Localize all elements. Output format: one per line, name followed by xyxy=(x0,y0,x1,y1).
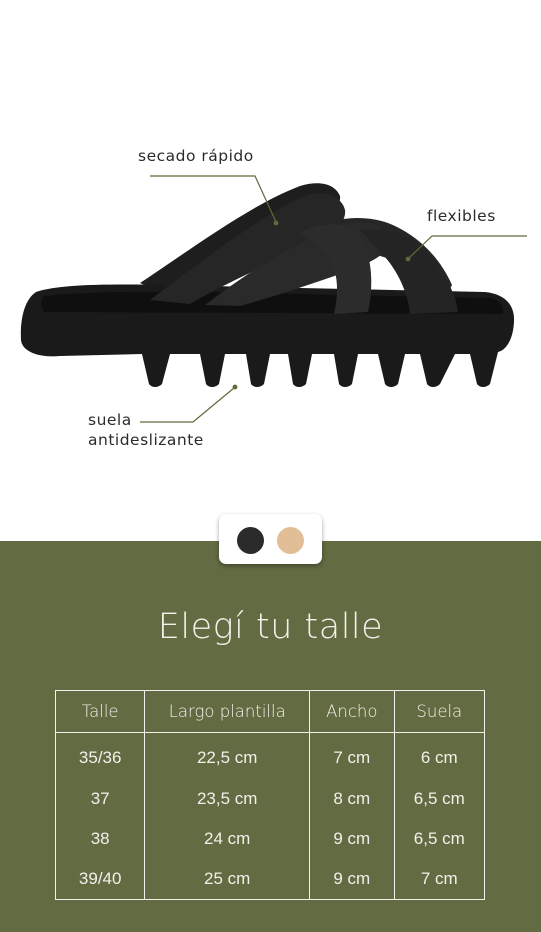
callout-sole-line2: antideslizante xyxy=(88,431,204,449)
header-talle: Talle xyxy=(54,690,146,733)
cell-talle: 35/36 xyxy=(54,732,146,779)
cell-largo: 24 cm xyxy=(144,819,311,859)
callout-sole-line1: suela xyxy=(88,411,132,429)
cell-suela: 6,5 cm xyxy=(393,779,486,819)
table-row: 38 24 cm 9 cm 6,5 cm xyxy=(54,819,486,859)
cell-largo: 22,5 cm xyxy=(144,732,311,779)
product-hero: secado rápido flexibles suela antidesliz… xyxy=(0,0,541,541)
cell-suela: 6,5 cm xyxy=(393,819,486,859)
cell-talle: 38 xyxy=(54,819,146,859)
cell-largo: 25 cm xyxy=(144,859,311,900)
color-picker xyxy=(219,514,322,564)
callout-flexible: flexibles xyxy=(427,207,496,225)
cell-ancho: 7 cm xyxy=(309,732,395,779)
header-suela: Suela xyxy=(393,690,486,733)
cell-suela: 7 cm xyxy=(393,859,486,900)
cell-ancho: 8 cm xyxy=(309,779,395,819)
table-row: 37 23,5 cm 8 cm 6,5 cm xyxy=(54,779,486,819)
cell-ancho: 9 cm xyxy=(309,819,395,859)
table-row: 35/36 22,5 cm 7 cm 6 cm xyxy=(54,732,486,779)
swatch-beige[interactable] xyxy=(277,527,304,554)
swatch-black[interactable] xyxy=(237,527,264,554)
size-table: Talle Largo plantilla Ancho Suela 35/36 … xyxy=(54,690,486,900)
page-title: Elegí tu talle xyxy=(157,607,384,647)
callout-quick-dry: secado rápido xyxy=(138,147,254,165)
table-row: 39/40 25 cm 9 cm 7 cm xyxy=(54,859,486,900)
cell-suela: 6 cm xyxy=(393,732,486,779)
cell-largo: 23,5 cm xyxy=(144,779,311,819)
cell-talle: 39/40 xyxy=(54,859,146,900)
header-largo-plantilla: Largo plantilla xyxy=(144,690,311,733)
table-header-row: Talle Largo plantilla Ancho Suela xyxy=(54,690,486,733)
header-ancho: Ancho xyxy=(309,690,395,733)
cell-ancho: 9 cm xyxy=(309,859,395,900)
sandal-image xyxy=(20,175,527,423)
cell-talle: 37 xyxy=(54,779,146,819)
